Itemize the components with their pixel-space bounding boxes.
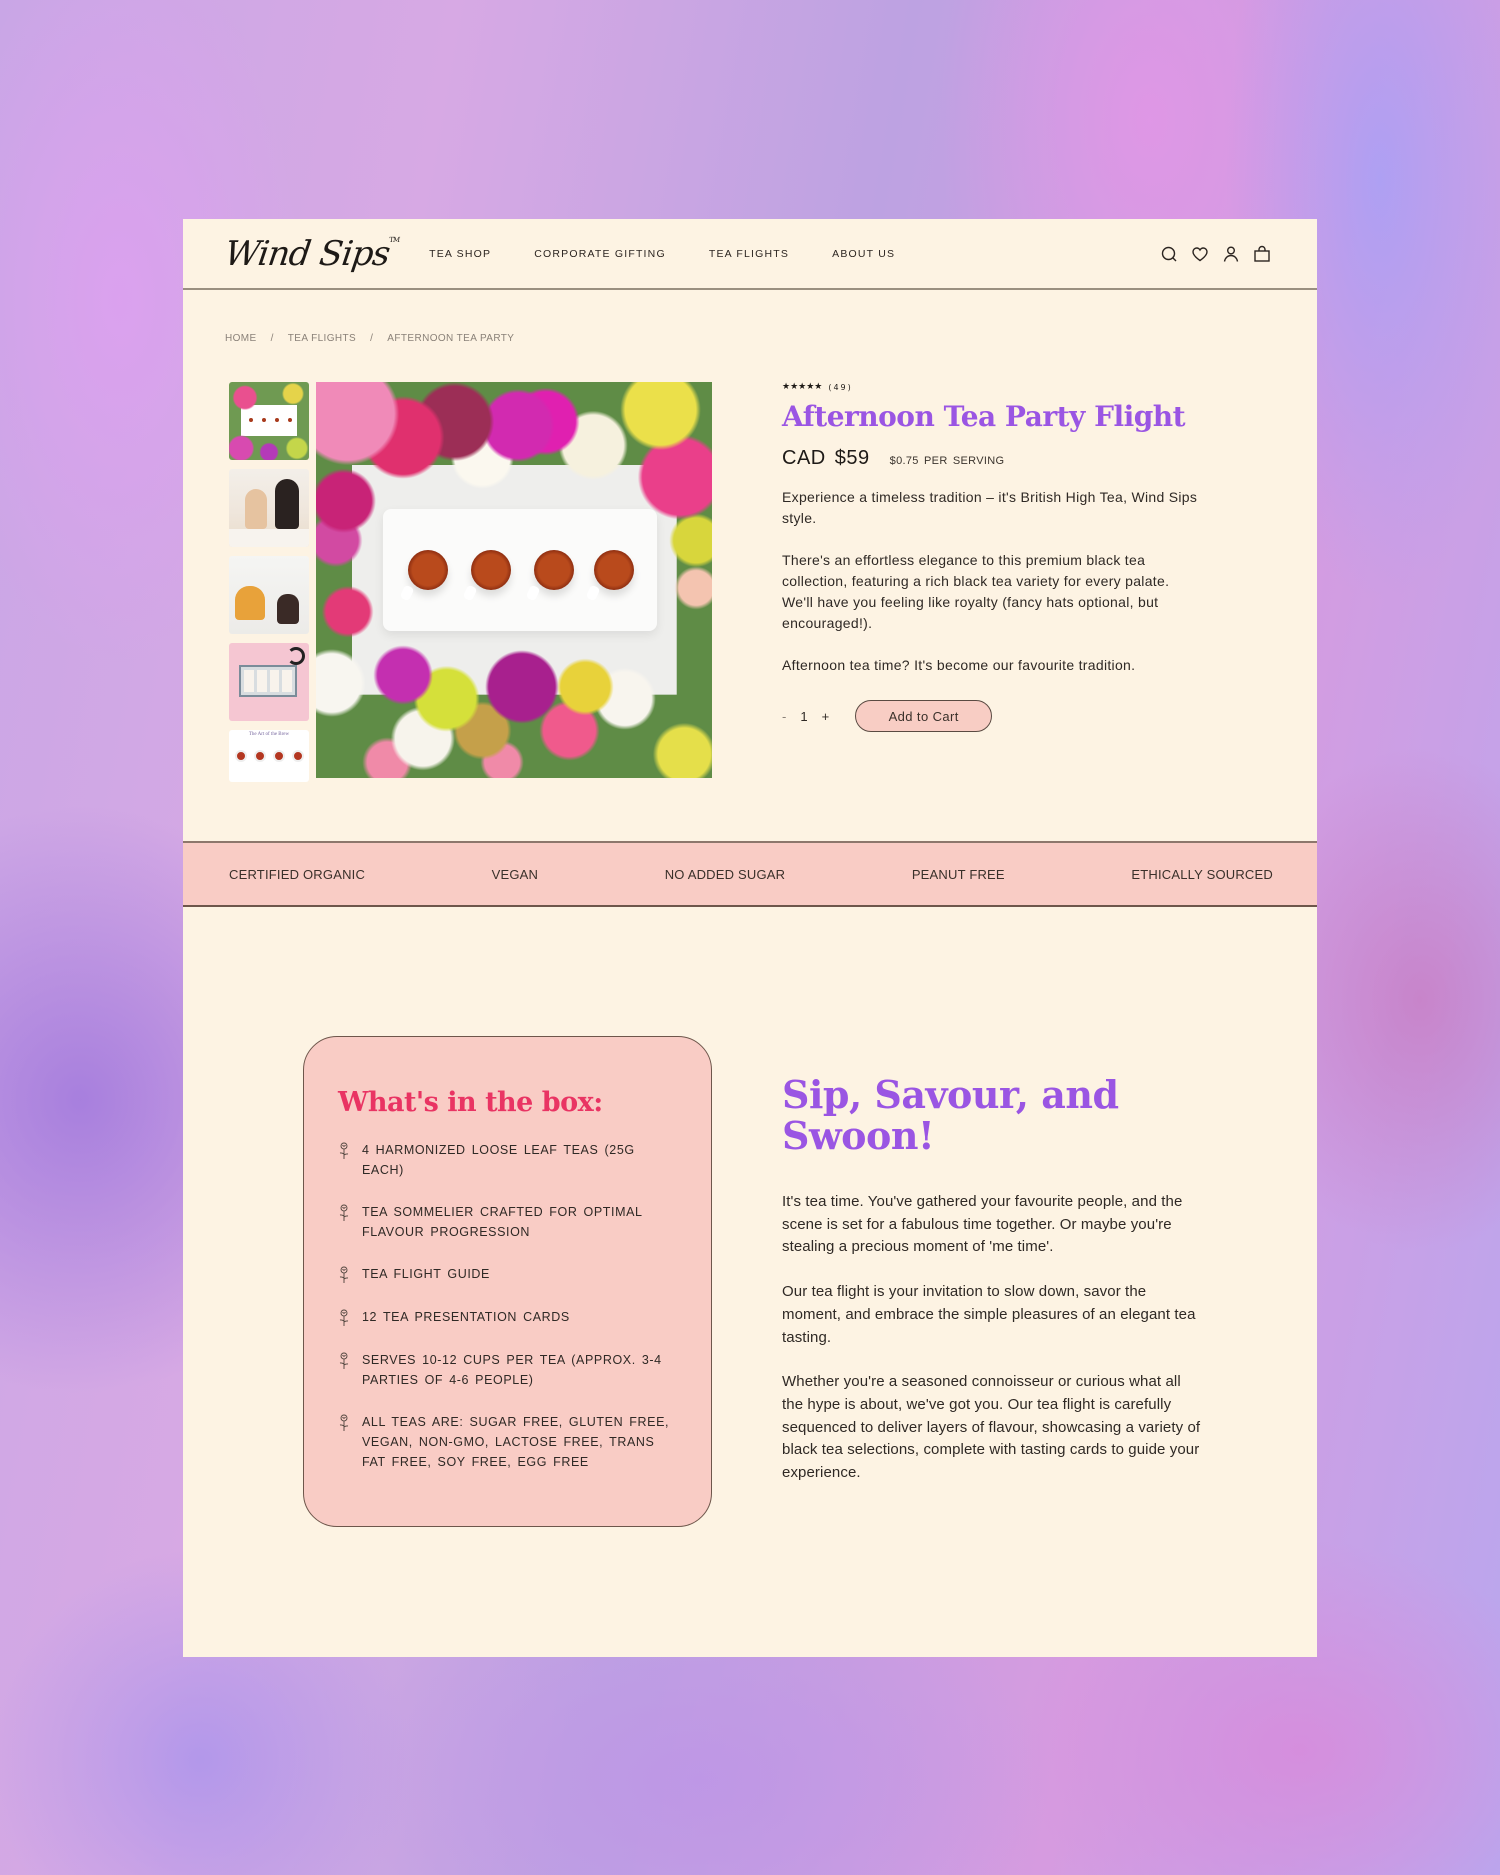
- add-to-cart-button[interactable]: Add to Cart: [855, 700, 993, 732]
- quantity-stepper: - 1 +: [782, 709, 829, 724]
- box-item-text: 4 HARMONIZED LOOSE LEAF TEAS (25G EACH): [362, 1143, 635, 1177]
- breadcrumb: HOME / TEA FLIGHTS / AFTERNOON TEA PARTY: [225, 333, 514, 344]
- breadcrumb-separator: /: [270, 333, 274, 344]
- nav-tea-shop[interactable]: TEA SHOP: [429, 248, 491, 260]
- box-item-text: TEA SOMMELIER CRAFTED FOR OPTIMAL FLAVOU…: [362, 1205, 643, 1239]
- box-title: What's in the box:: [338, 1087, 603, 1118]
- site-header: Wind Sips TM TEA SHOP CORPORATE GIFTING T…: [183, 219, 1317, 290]
- trademark: TM: [388, 235, 400, 244]
- list-item: 4 HARMONIZED LOOSE LEAF TEAS (25G EACH): [338, 1140, 681, 1180]
- box-item-text: SERVES 10-12 CUPS PER TEA (APPROX. 3-4 P…: [362, 1353, 662, 1387]
- feature-peanut-free: PEANUT FREE: [911, 866, 1005, 882]
- thumbnail-3[interactable]: [229, 556, 309, 634]
- account-icon[interactable]: [1222, 245, 1240, 263]
- price-row: CAD $59 $0.75 PER SERVING: [782, 447, 1202, 470]
- price: CAD $59: [782, 447, 870, 469]
- list-item: TEA FLIGHT GUIDE: [338, 1264, 681, 1285]
- story-paragraph: It's tea time. You've gathered your favo…: [782, 1193, 1183, 1256]
- star-rating-icon: ★★★★★: [782, 382, 823, 392]
- list-item: TEA SOMMELIER CRAFTED FOR OPTIMAL FLAVOU…: [338, 1202, 681, 1242]
- shopping-bag-icon[interactable]: [1253, 245, 1271, 263]
- nav-corporate-gifting[interactable]: CORPORATE GIFTING: [534, 248, 666, 260]
- header-icons: [1160, 245, 1271, 263]
- list-item: ALL TEAS ARE: SUGAR FREE, GLUTEN FREE, V…: [338, 1412, 681, 1472]
- main-nav: TEA SHOP CORPORATE GIFTING TEA FLIGHTS A…: [429, 248, 938, 260]
- flower-icon: [339, 1142, 349, 1159]
- thumbnail-2[interactable]: [229, 469, 309, 547]
- review-count: (49): [828, 382, 853, 392]
- product-info: ★★★★★ (49) Afternoon Tea Party Flight CA…: [782, 382, 1202, 732]
- breadcrumb-tea-flights[interactable]: TEA FLIGHTS: [288, 333, 356, 344]
- flower-icon: [339, 1266, 349, 1283]
- logo[interactable]: Wind Sips TM: [222, 233, 399, 274]
- description-paragraph: There's an effortless elegance to this p…: [782, 552, 1170, 631]
- box-item-text: 12 TEA PRESENTATION CARDS: [362, 1310, 570, 1324]
- main-product-image[interactable]: [316, 382, 712, 778]
- nav-tea-flights[interactable]: TEA FLIGHTS: [709, 248, 789, 260]
- flower-icon: [339, 1309, 349, 1326]
- heart-icon[interactable]: [1191, 245, 1209, 263]
- list-item: SERVES 10-12 CUPS PER TEA (APPROX. 3-4 P…: [338, 1350, 681, 1390]
- product-page: Wind Sips TM TEA SHOP CORPORATE GIFTING T…: [183, 219, 1317, 1657]
- flower-icon: [339, 1352, 349, 1369]
- feature-certified-organic: CERTIFIED ORGANIC: [229, 866, 366, 882]
- cart-row: - 1 + Add to Cart: [782, 700, 1202, 732]
- flower-icon: [339, 1204, 349, 1221]
- flower-icon: [339, 1414, 349, 1431]
- thumbnail-1[interactable]: [229, 382, 309, 460]
- price-per-serving: $0.75 PER SERVING: [889, 455, 1005, 467]
- thumbnail-list: The Art of the Brew: [229, 382, 309, 791]
- rating[interactable]: ★★★★★ (49): [782, 382, 1202, 392]
- thumbnail-caption: The Art of the Brew: [248, 732, 290, 737]
- whats-in-the-box-card: What's in the box: 4 HARMONIZED LOOSE LE…: [303, 1036, 712, 1527]
- product-title: Afternoon Tea Party Flight: [782, 400, 1186, 433]
- thumbnail-4[interactable]: [229, 643, 309, 721]
- breadcrumb-current: AFTERNOON TEA PARTY: [387, 333, 515, 344]
- product-description: Experience a timeless tradition – it's B…: [782, 487, 1202, 676]
- description-paragraph: Experience a timeless tradition – it's B…: [782, 489, 1198, 526]
- thumbnail-5[interactable]: The Art of the Brew: [229, 730, 309, 782]
- quantity-increase-button[interactable]: +: [822, 709, 830, 724]
- breadcrumb-separator: /: [370, 333, 374, 344]
- box-item-text: TEA FLIGHT GUIDE: [362, 1267, 490, 1281]
- feature-vegan: VEGAN: [491, 866, 539, 882]
- tray: [383, 508, 657, 632]
- story-heading: Sip, Savour, and Swoon!: [782, 1072, 1119, 1158]
- feature-ethically-sourced: ETHICALLY SOURCED: [1131, 866, 1273, 882]
- story-paragraph: Our tea flight is your invitation to slo…: [782, 1283, 1196, 1346]
- story-section: Sip, Savour, and Swoon! It's tea time. Y…: [782, 1074, 1202, 1485]
- box-contents-list: 4 HARMONIZED LOOSE LEAF TEAS (25G EACH) …: [338, 1140, 681, 1472]
- list-item: 12 TEA PRESENTATION CARDS: [338, 1307, 681, 1328]
- search-icon[interactable]: [1160, 245, 1178, 263]
- feature-no-added-sugar: NO ADDED SUGAR: [664, 866, 786, 882]
- box-item-text: ALL TEAS ARE: SUGAR FREE, GLUTEN FREE, V…: [362, 1415, 670, 1469]
- quantity-decrease-button[interactable]: -: [782, 709, 786, 724]
- nav-about-us[interactable]: ABOUT US: [832, 248, 895, 260]
- story-paragraph: Whether you're a seasoned connoisseur or…: [782, 1373, 1201, 1482]
- description-paragraph: Afternoon tea time? It's become our favo…: [782, 657, 1136, 673]
- quantity-value[interactable]: 1: [800, 709, 807, 724]
- logo-text: Wind Sips: [222, 233, 392, 274]
- features-band: CERTIFIED ORGANIC VEGAN NO ADDED SUGAR P…: [183, 841, 1317, 907]
- breadcrumb-home[interactable]: HOME: [225, 333, 257, 344]
